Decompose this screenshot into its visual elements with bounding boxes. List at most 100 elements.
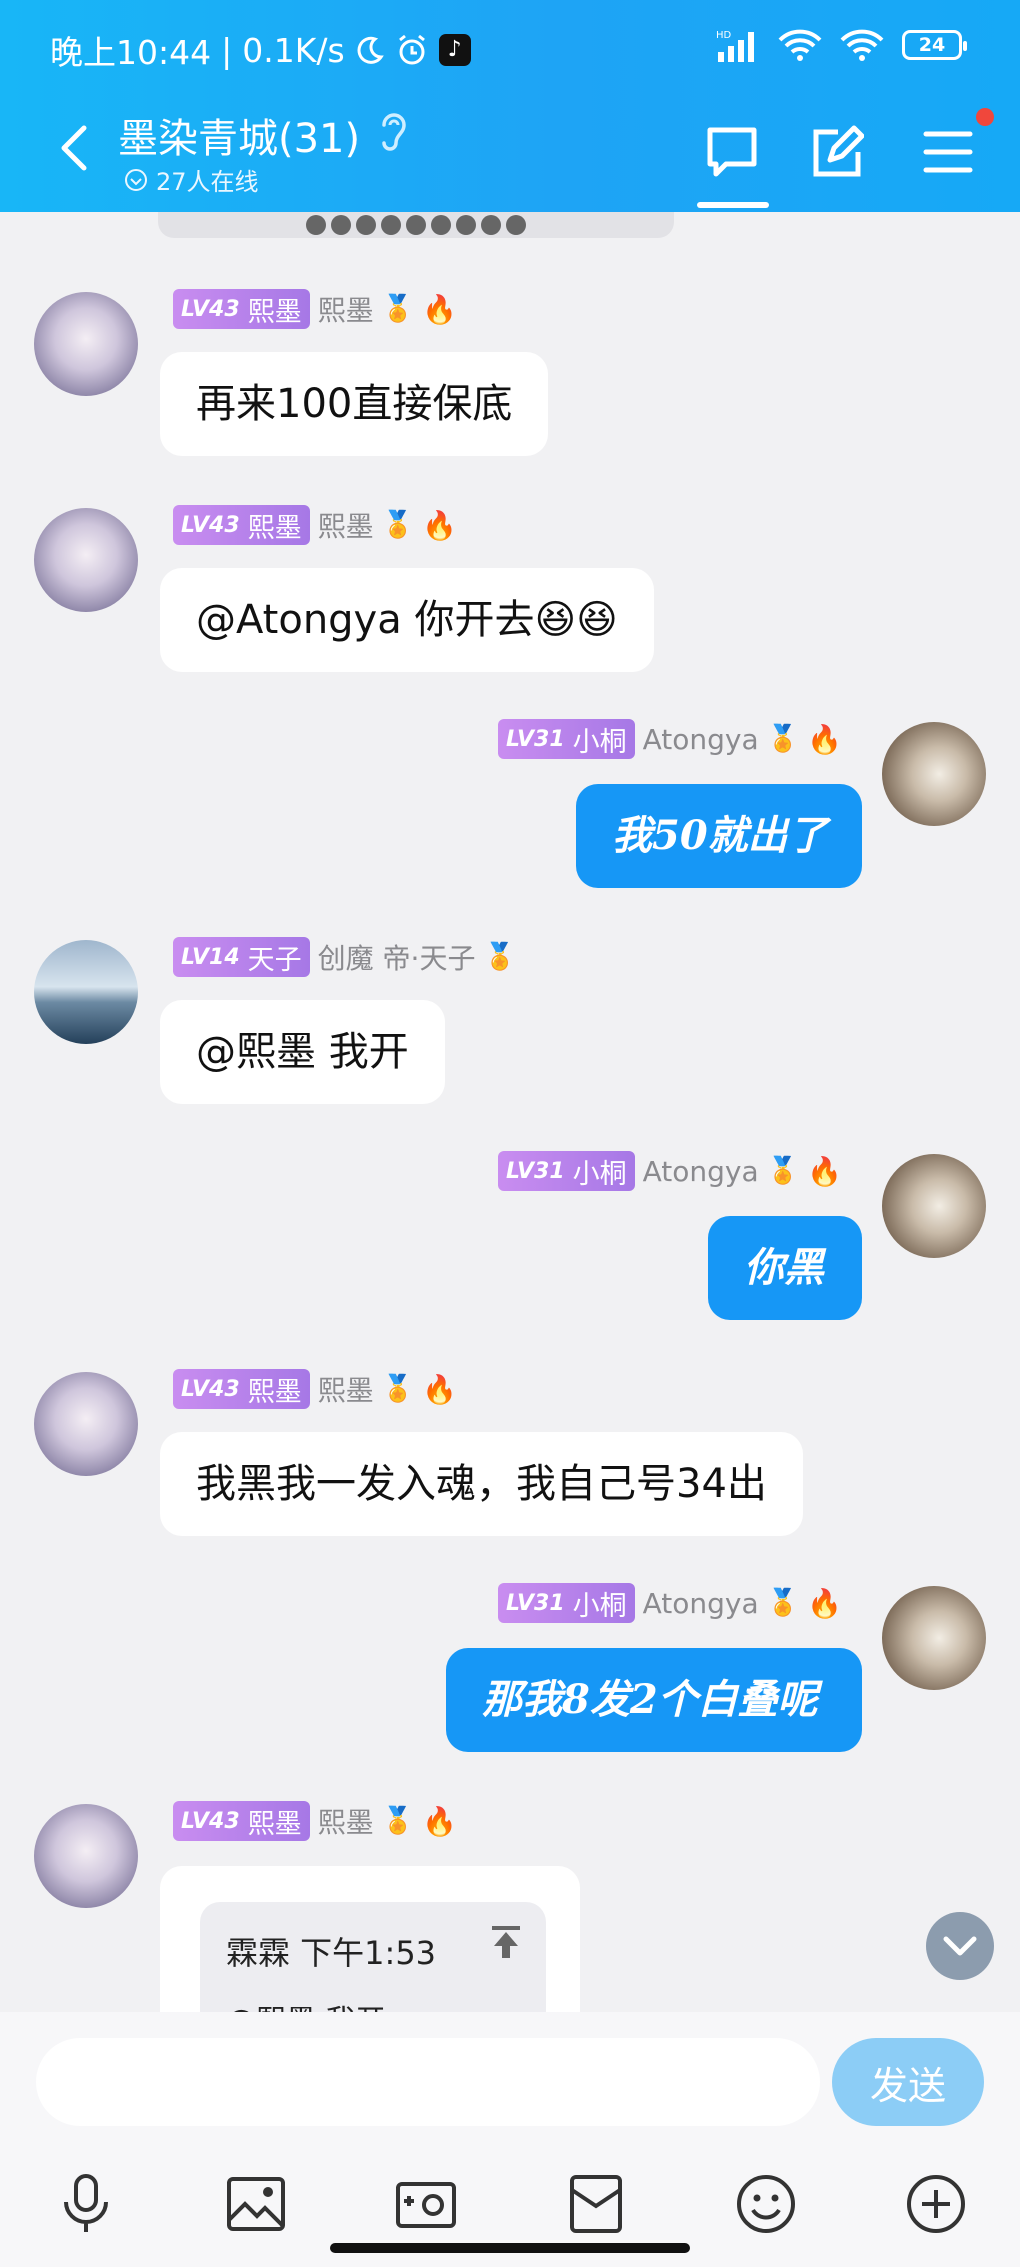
- avatar[interactable]: [882, 722, 986, 826]
- voice-icon[interactable]: [54, 2172, 118, 2236]
- chat-tab-icon[interactable]: [702, 122, 762, 182]
- message-meta: LV31 小桐 Atongya 🏅 🔥: [498, 1150, 842, 1192]
- rank-badge-icon: 🏅: [381, 1374, 415, 1404]
- level-text: LV43: [181, 1376, 240, 1402]
- sender-nickname[interactable]: 熙墨: [318, 505, 374, 545]
- wifi-icon: [778, 28, 822, 62]
- title-bar: 墨染青城(31) 27人在线: [0, 92, 1020, 212]
- fire-icon: 🔥: [807, 1154, 842, 1188]
- sender-nickname[interactable]: 创魔 帝·天子: [318, 937, 476, 977]
- camera-icon[interactable]: [394, 2172, 458, 2236]
- message-bubble[interactable]: 那我8发2个白叠呢: [446, 1648, 862, 1752]
- chat-area[interactable]: LV43 熙墨 熙墨 🏅 🔥 再来100直接保底 LV43 熙墨 熙墨 🏅 🔥 @A…: [0, 212, 1020, 2012]
- title-tag: 小桐: [572, 726, 627, 758]
- rank-badge-icon: 🏅: [766, 1156, 800, 1186]
- emoji-dot: [481, 215, 501, 235]
- status-bar: 晚上10:44 | 0.1K/s ♪ HD 24: [0, 0, 1020, 92]
- rank-badge-icon: 🏅: [381, 510, 415, 540]
- jump-to-top-icon[interactable]: [488, 1924, 524, 1964]
- quoted-message[interactable]: 霖霖 下午1:53 @熙墨 我开: [200, 1902, 546, 2012]
- level-badge: LV31 小桐: [498, 1583, 635, 1623]
- image-icon[interactable]: [224, 2172, 288, 2236]
- menu-icon[interactable]: [918, 122, 978, 182]
- fire-icon: 🔥: [422, 1804, 457, 1838]
- level-badge: LV43 熙墨: [173, 1801, 310, 1841]
- emoji-dot: [331, 215, 351, 235]
- back-button[interactable]: [48, 118, 98, 178]
- sender-nickname[interactable]: 熙墨: [318, 1369, 374, 1409]
- online-count-text: 27人在线: [156, 168, 259, 196]
- emoji-dot: [356, 215, 376, 235]
- avatar[interactable]: [34, 292, 138, 396]
- title-tag: 小桐: [572, 1158, 627, 1190]
- title-tag: 熙墨: [247, 1808, 302, 1840]
- level-badge: LV31 小桐: [498, 719, 635, 759]
- message-bubble[interactable]: 我50就出了: [576, 784, 862, 888]
- sender-nickname[interactable]: 熙墨: [318, 289, 374, 329]
- message-bubble[interactable]: 你黑: [708, 1216, 862, 1320]
- avatar[interactable]: [34, 1372, 138, 1476]
- message-meta: LV31 小桐 Atongya 🏅 🔥: [498, 718, 842, 760]
- message-bubble[interactable]: 我黑我一发入魂，我自己号34出: [160, 1432, 803, 1536]
- fire-icon: 🔥: [807, 722, 842, 756]
- sender-nickname[interactable]: 熙墨: [318, 1801, 374, 1841]
- rank-badge-icon: 🏅: [483, 942, 516, 972]
- rank-badge-icon: 🏅: [381, 294, 415, 324]
- rank-badge-icon: 🏅: [381, 1806, 415, 1836]
- edit-icon[interactable]: [806, 122, 866, 182]
- quote-text: @熙墨 我开: [226, 1996, 386, 2012]
- emoji-dot: [406, 215, 426, 235]
- avatar[interactable]: [882, 1586, 986, 1690]
- red-packet-icon[interactable]: [564, 2172, 628, 2236]
- level-text: LV31: [506, 1158, 565, 1184]
- chevron-left-icon: [61, 125, 87, 171]
- fire-icon: 🔥: [422, 508, 457, 542]
- message-meta: LV31 小桐 Atongya 🏅 🔥: [498, 1582, 842, 1624]
- level-text: LV43: [181, 296, 240, 322]
- battery-level: 24: [918, 34, 946, 56]
- quote-header: 霖霖 下午1:53: [226, 1934, 437, 1972]
- title-tag: 熙墨: [247, 296, 302, 328]
- message-bubble[interactable]: @熙墨 我开: [160, 1000, 445, 1104]
- online-count: 27人在线: [124, 162, 259, 197]
- sender-nickname[interactable]: Atongya: [643, 1587, 759, 1620]
- message-meta: LV43 熙墨 熙墨 🏅 🔥: [173, 504, 457, 546]
- signal-icon: HD: [716, 28, 760, 62]
- home-indicator[interactable]: [330, 2243, 690, 2253]
- emoji-dot: [381, 215, 401, 235]
- message-meta: LV43 熙墨 熙墨 🏅 🔥: [173, 1368, 457, 1410]
- avatar[interactable]: [34, 940, 138, 1044]
- reply-message-bubble[interactable]: 霖霖 下午1:53 @熙墨 我开: [160, 1866, 580, 2012]
- message-bubble[interactable]: @Atongya 你开去😆😆: [160, 568, 654, 672]
- fire-icon: 🔥: [807, 1586, 842, 1620]
- page-title: 墨染青城(31): [118, 116, 361, 162]
- moon-icon: [355, 35, 385, 65]
- level-text: LV43: [181, 512, 240, 538]
- scroll-down-button[interactable]: [926, 1912, 994, 1980]
- avatar[interactable]: [34, 1804, 138, 1908]
- level-text: LV43: [181, 1808, 240, 1834]
- sender-nickname[interactable]: Atongya: [643, 723, 759, 756]
- active-tab-indicator: [697, 202, 769, 208]
- send-button[interactable]: 发送: [832, 2038, 984, 2126]
- level-badge: LV43 熙墨: [173, 1369, 310, 1409]
- emoji-dot: [506, 215, 526, 235]
- avatar[interactable]: [882, 1154, 986, 1258]
- sender-nickname[interactable]: Atongya: [643, 1155, 759, 1188]
- avatar[interactable]: [34, 508, 138, 612]
- group-title-area[interactable]: 墨染青城(31): [118, 106, 410, 164]
- ear-icon: [378, 109, 410, 161]
- wifi-icon-2: [840, 28, 884, 62]
- level-text: LV31: [506, 1590, 565, 1616]
- message-meta: LV43 熙墨 熙墨 🏅 🔥: [173, 1800, 457, 1842]
- title-tag: 天子: [247, 944, 302, 976]
- plus-icon[interactable]: [904, 2172, 968, 2236]
- message-bubble[interactable]: 再来100直接保底: [160, 352, 549, 456]
- status-time: 晚上10:44: [50, 33, 212, 72]
- emoji-icon[interactable]: [734, 2172, 798, 2236]
- input-bar: 发送: [0, 2012, 1020, 2267]
- message-input[interactable]: [36, 2038, 820, 2126]
- emoji-dot: [431, 215, 451, 235]
- status-left: 晚上10:44 | 0.1K/s ♪: [50, 26, 471, 74]
- rank-badge-icon: 🏅: [766, 724, 800, 754]
